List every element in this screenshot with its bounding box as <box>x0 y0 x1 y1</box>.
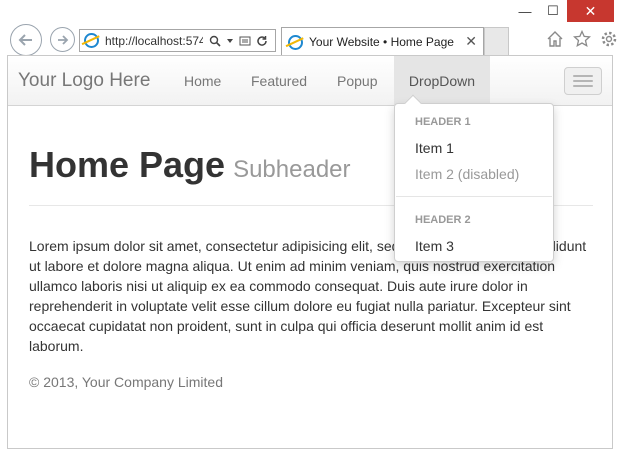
close-window-button[interactable]: ✕ <box>567 0 614 22</box>
hamburger-bar <box>573 75 593 77</box>
maximize-button[interactable]: ☐ <box>539 0 567 22</box>
tab-title: Your Website • Home Page <box>309 35 454 49</box>
address-url[interactable]: http://localhost:574 <box>105 34 203 48</box>
page-subheader: Subheader <box>233 156 351 183</box>
footer-text: © 2013, Your Company Limited <box>29 374 223 390</box>
forward-button[interactable] <box>50 27 75 52</box>
refresh-icon[interactable] <box>256 35 268 47</box>
dropdown-item-2-disabled: Item 2 (disabled) <box>415 166 520 182</box>
dropdown-item-3[interactable]: Item 3 <box>415 238 454 254</box>
minimize-button[interactable]: — <box>511 0 539 22</box>
dropdown-header-1: HEADER 1 <box>415 116 471 128</box>
nav-home[interactable]: Home <box>184 56 221 106</box>
nav-popup[interactable]: Popup <box>337 56 377 106</box>
star-icon[interactable] <box>573 30 591 48</box>
browser-tab[interactable]: Your Website • Home Page ✕ <box>281 27 484 56</box>
close-tab-icon[interactable]: ✕ <box>465 33 477 50</box>
nav-featured[interactable]: Featured <box>251 56 307 106</box>
hamburger-bar <box>573 80 593 82</box>
home-icon[interactable] <box>546 30 564 48</box>
search-icon[interactable] <box>209 35 221 47</box>
site-navbar: Your Logo Here Home Featured Popup DropD… <box>8 56 612 106</box>
dropdown-menu: HEADER 1 Item 1 Item 2 (disabled) HEADER… <box>394 94 554 262</box>
dropdown-divider <box>396 196 552 197</box>
forward-arrow-icon <box>57 34 68 45</box>
dropdown-header-2: HEADER 2 <box>415 214 471 226</box>
brand-logo[interactable]: Your Logo Here <box>18 70 150 92</box>
navbar-toggle-button[interactable] <box>564 67 602 95</box>
hamburger-bar <box>573 85 593 87</box>
browser-chrome: — ☐ ✕ http://localhost:574 Your Website … <box>0 0 620 56</box>
back-button[interactable] <box>10 24 42 56</box>
ie-icon <box>84 33 99 48</box>
ie-icon <box>288 34 303 50</box>
compat-icon[interactable] <box>239 35 251 47</box>
address-bar[interactable]: http://localhost:574 <box>79 29 276 52</box>
page-title: Home Page <box>29 144 226 185</box>
dropdown-arrow-icon[interactable] <box>226 37 234 45</box>
new-tab-button[interactable] <box>484 27 509 56</box>
back-arrow-icon <box>18 34 32 46</box>
page-header: Home Page Subheader <box>29 144 351 186</box>
gear-icon[interactable] <box>600 30 618 48</box>
dropdown-item-1[interactable]: Item 1 <box>415 140 454 156</box>
